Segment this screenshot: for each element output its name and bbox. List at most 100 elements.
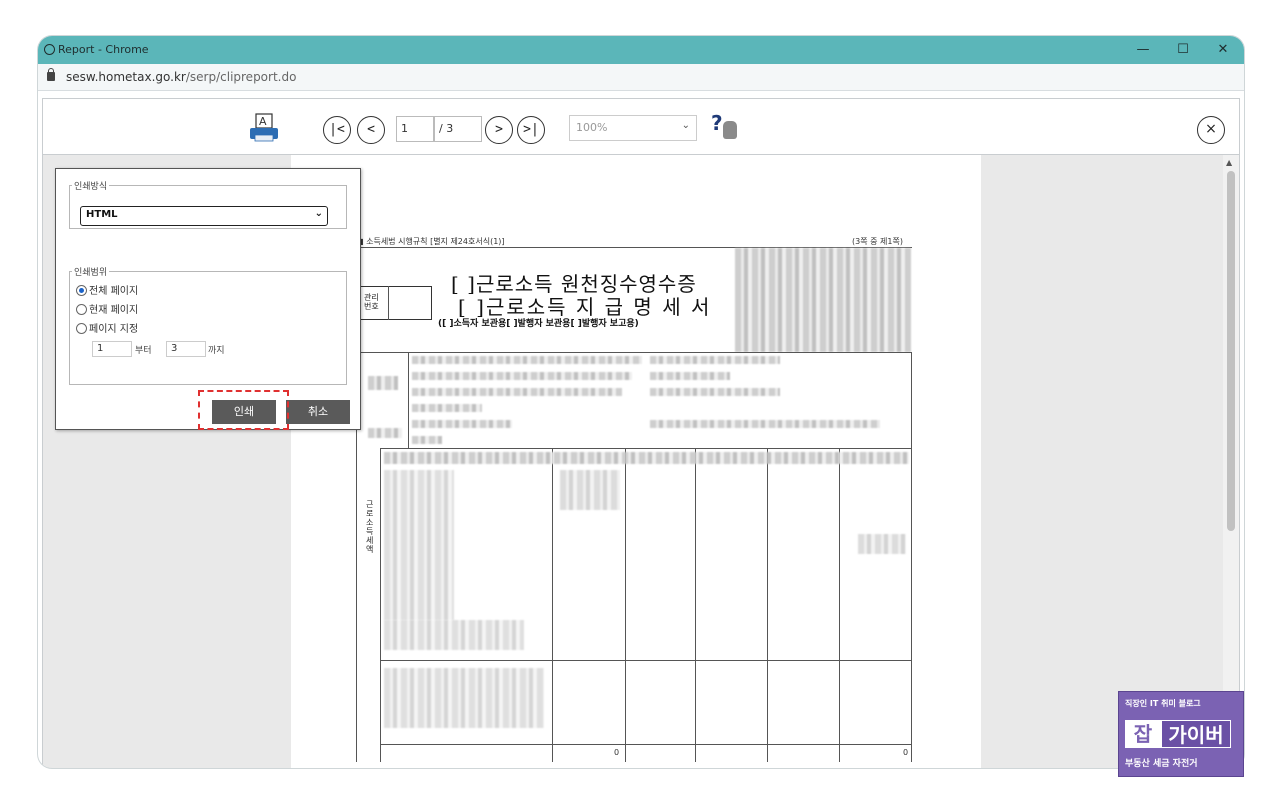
- viewer-close-button[interactable]: ×: [1197, 116, 1225, 144]
- radio-icon[interactable]: [76, 304, 87, 315]
- right-gutter: [981, 155, 1225, 768]
- zoom-value: 100%: [576, 121, 608, 134]
- zoom-select[interactable]: 100% ⌄: [569, 115, 697, 141]
- window-title: Report - Chrome: [58, 43, 149, 56]
- redacted-area: [858, 534, 906, 554]
- redacted-area: [650, 388, 780, 396]
- maximize-button[interactable]: ☐: [1168, 40, 1198, 60]
- url-host: sesw.hometax.go.kr: [66, 70, 186, 84]
- radio-page-range[interactable]: 페이지 지정: [76, 320, 139, 335]
- viewer-toolbar: A |< < 1 / 3 > >| 100% ⌄ ? ×: [43, 99, 1239, 155]
- prev-page-icon: <: [367, 122, 375, 137]
- help-icon[interactable]: ?: [711, 111, 723, 135]
- lock-icon: [47, 68, 55, 81]
- redacted-area: [368, 376, 398, 390]
- radio-all-pages[interactable]: 전체 페이지: [76, 282, 139, 297]
- rule: [839, 448, 840, 762]
- rule: [356, 352, 912, 353]
- printer-icon[interactable]: A: [248, 113, 280, 143]
- vertical-scrollbar[interactable]: ▲: [1223, 155, 1239, 768]
- radio-current-page[interactable]: 현재 페이지: [76, 301, 139, 316]
- first-page-icon: |<: [329, 122, 345, 137]
- scrollbar-thumb[interactable]: [1227, 171, 1235, 531]
- rule: [625, 448, 626, 762]
- redacted-area: [412, 372, 632, 380]
- watermark-char: 잡: [1125, 720, 1161, 748]
- redacted-area: [412, 420, 512, 428]
- radio-icon[interactable]: [76, 323, 87, 334]
- chevron-down-icon: ⌄: [681, 120, 690, 131]
- rule: [380, 448, 381, 762]
- radio-icon[interactable]: [76, 285, 87, 296]
- title-bar: Report - Chrome — ☐ ✕: [38, 36, 1244, 64]
- redacted-area: [384, 620, 524, 650]
- range-to-label: 까지: [208, 346, 225, 356]
- rule: [408, 352, 409, 448]
- redacted-area: [650, 420, 880, 428]
- watermark-word: 가이버: [1161, 720, 1231, 748]
- svg-text:A: A: [259, 115, 267, 128]
- print-method-group: 인쇄방식 HTML ⌄: [69, 179, 347, 229]
- range-from-input[interactable]: 1: [92, 341, 132, 357]
- rule: [695, 448, 696, 762]
- print-method-select[interactable]: HTML ⌄: [80, 206, 328, 226]
- watermark-logo: 잡 가이버: [1125, 720, 1231, 750]
- redacted-area: [412, 436, 442, 444]
- first-page-button[interactable]: |<: [323, 116, 351, 144]
- prev-page-button[interactable]: <: [357, 116, 385, 144]
- rule: [388, 286, 389, 320]
- manage-no-label: 관리 번호: [364, 293, 379, 311]
- redacted-area: [560, 470, 620, 510]
- redacted-area: [412, 356, 642, 364]
- next-page-icon: >: [495, 122, 503, 137]
- rule: [767, 448, 768, 762]
- chevron-down-icon: ⌄: [314, 208, 323, 219]
- minimize-button[interactable]: —: [1128, 40, 1158, 60]
- cancel-button[interactable]: 취소: [286, 400, 350, 424]
- hand-icon: [723, 121, 737, 139]
- print-method-legend: 인쇄방식: [74, 182, 108, 192]
- rule: [380, 744, 911, 745]
- redacted-area: [384, 452, 909, 464]
- redacted-area: [650, 356, 780, 364]
- range-from-label: 부터: [135, 346, 152, 356]
- range-to-input[interactable]: 3: [166, 341, 206, 357]
- side-label: 근로소득세액: [366, 500, 374, 554]
- redacted-area: [384, 668, 544, 728]
- rule: [552, 448, 553, 762]
- print-button-highlight: [198, 390, 289, 430]
- form-note: ■ 소득세법 시행규칙 [별지 제24호서식(1)]: [356, 237, 505, 246]
- page-total: / 3: [434, 116, 482, 142]
- redacted-area: [650, 372, 730, 380]
- url-text[interactable]: sesw.hometax.go.kr/serp/clipreport.do: [66, 70, 296, 84]
- rule: [911, 352, 912, 762]
- redacted-area: [735, 248, 911, 352]
- radio-label: 페이지 지정: [89, 324, 139, 335]
- redacted-area: [384, 470, 454, 620]
- rule: [380, 660, 911, 661]
- doc-title-3: ([ ]소득자 보관용[ ]발행자 보관용[ ]발행자 보고용): [438, 319, 639, 329]
- page-number-input[interactable]: 1: [396, 116, 434, 142]
- radio-label: 전체 페이지: [89, 286, 139, 297]
- redacted-area: [412, 404, 482, 412]
- watermark-bottom: 부동산 세금 자전거: [1125, 759, 1198, 769]
- print-range-legend: 인쇄범위: [74, 268, 108, 278]
- address-bar[interactable]: sesw.hometax.go.kr/serp/clipreport.do: [38, 64, 1244, 91]
- last-page-icon: >|: [523, 122, 539, 137]
- chrome-icon: [44, 44, 55, 55]
- page-note: (3쪽 중 제1쪽): [852, 237, 903, 246]
- scroll-up-icon[interactable]: ▲: [1226, 158, 1232, 167]
- watermark-top: 직장인 IT 취미 블로그: [1125, 699, 1201, 708]
- zero-value: 0: [614, 748, 620, 757]
- window-close-button[interactable]: ✕: [1208, 40, 1238, 60]
- radio-label: 현재 페이지: [89, 305, 139, 316]
- url-path: /serp/clipreport.do: [185, 70, 297, 84]
- blog-watermark: 직장인 IT 취미 블로그 잡 가이버 부동산 세금 자전거: [1118, 691, 1244, 777]
- redacted-area: [412, 388, 622, 396]
- print-method-value: HTML: [86, 209, 118, 220]
- next-page-button[interactable]: >: [485, 116, 513, 144]
- redacted-area: [368, 428, 402, 438]
- last-page-button[interactable]: >|: [517, 116, 545, 144]
- zero-value: 0: [903, 748, 909, 757]
- rule: [380, 448, 911, 449]
